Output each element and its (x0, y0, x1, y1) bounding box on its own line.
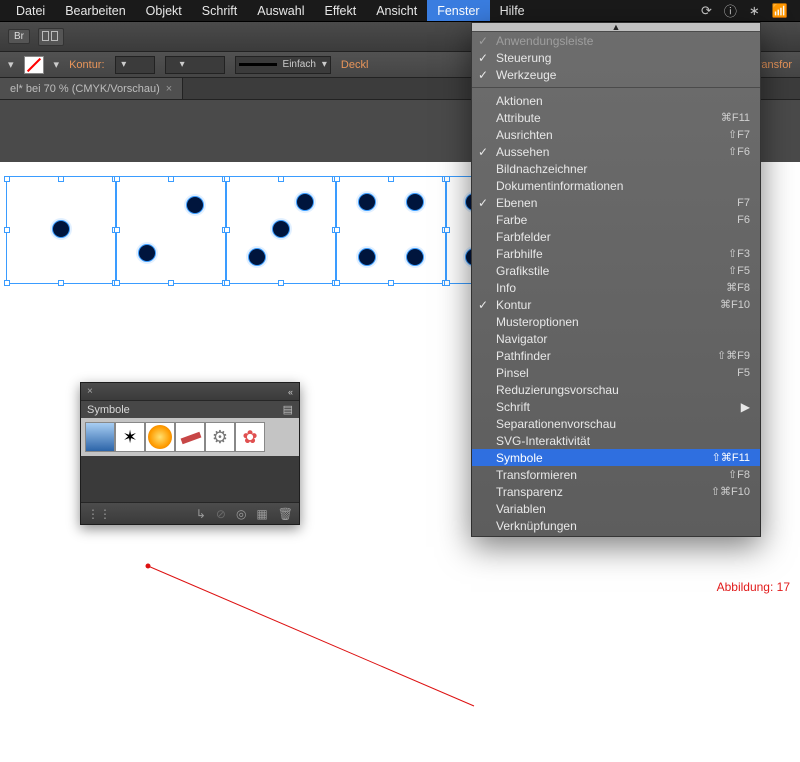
chevron-down-icon[interactable]: ▾ (54, 58, 60, 71)
menu-item-ebenen[interactable]: ✓EbenenF7 (472, 194, 760, 211)
menu-item-farbhilfe[interactable]: Farbhilfe⇧F3 (472, 245, 760, 262)
menu-auswahl[interactable]: Auswahl (247, 0, 314, 21)
panel-footer: ⋮⋮ ↳ ⊘ ◎ ▦ 🗑 (81, 502, 299, 524)
menu-item-svg-interaktivit-t[interactable]: SVG-Interaktivität (472, 432, 760, 449)
menu-item-verkn-pfungen[interactable]: Verknüpfungen (472, 517, 760, 534)
menu-effekt[interactable]: Effekt (314, 0, 366, 21)
menu-item-symbole[interactable]: Symbole⇧⌘F11 (472, 449, 760, 466)
arrange-button[interactable] (38, 28, 64, 46)
die-1[interactable] (6, 174, 116, 284)
pip[interactable] (272, 220, 290, 238)
menu-item-separationenvorschau[interactable]: Separationenvorschau (472, 415, 760, 432)
menu-item-farbe[interactable]: FarbeF6 (472, 211, 760, 228)
figure-label: Abbildung: 17 (717, 580, 790, 594)
close-icon[interactable]: × (87, 386, 93, 397)
symbol-sun[interactable] (145, 422, 175, 452)
window-menu-dropdown[interactable]: ▲ ✓Anwendungsleiste✓Steuerung✓Werkzeuge A… (471, 22, 761, 537)
menu-item-info[interactable]: Info⌘F8 (472, 279, 760, 296)
menu-item-kontur[interactable]: ✓Kontur⌘F10 (472, 296, 760, 313)
panel-titlebar[interactable]: × « (81, 383, 299, 401)
menu-item-anwendungsleiste: ✓Anwendungsleiste (472, 32, 760, 49)
die-4[interactable] (336, 174, 446, 284)
transform-label-clipped: ransfor (758, 59, 792, 71)
brush-def-select[interactable]: Einfach▾ (235, 56, 331, 74)
trash-icon[interactable]: 🗑 (278, 507, 293, 521)
pip[interactable] (186, 196, 204, 214)
document-title: el* bei 70 % (CMYK/Vorschau) (10, 83, 160, 95)
symbol-inkblot[interactable]: ✶ (115, 422, 145, 452)
menu-ansicht[interactable]: Ansicht (366, 0, 427, 21)
menu-objekt[interactable]: Objekt (136, 0, 192, 21)
menu-schrift[interactable]: Schrift (192, 0, 247, 21)
no-fill-swatch[interactable] (24, 56, 44, 74)
menu-item-variablen[interactable]: Variablen (472, 500, 760, 517)
var-width-select[interactable]: ▾ (165, 56, 225, 74)
options-icon[interactable]: ◎ (236, 507, 246, 521)
menu-item-bildnachzeichner[interactable]: Bildnachzeichner (472, 160, 760, 177)
menu-item-transformieren[interactable]: Transformieren⇧F8 (472, 466, 760, 483)
collapse-icon[interactable]: « (288, 387, 293, 397)
opacity-label: Deckl (341, 59, 369, 71)
symbol-flower[interactable]: ✿ (235, 422, 265, 452)
symbol-gear[interactable]: ⚙ (205, 422, 235, 452)
menu-item-schrift[interactable]: Schrift▶ (472, 398, 760, 415)
menu-item-ausrichten[interactable]: Ausrichten⇧F7 (472, 126, 760, 143)
pip[interactable] (248, 248, 266, 266)
menu-item-steuerung[interactable]: ✓Steuerung (472, 49, 760, 66)
pip[interactable] (406, 193, 424, 211)
symbol-ribbon[interactable] (175, 422, 205, 452)
document-tab[interactable]: el* bei 70 % (CMYK/Vorschau) × (0, 78, 183, 99)
menu-item-aussehen[interactable]: ✓Aussehen⇧F6 (472, 143, 760, 160)
info-icon[interactable]: ⓘ (724, 1, 737, 20)
menu-bearbeiten[interactable]: Bearbeiten (55, 0, 135, 21)
chevron-down-icon[interactable]: ▾ (8, 58, 14, 71)
panel-tab-symbols[interactable]: Symbole (87, 404, 130, 416)
place-icon[interactable]: ↳ (196, 507, 206, 521)
symbols-grid: ✶ ⚙ ✿ (81, 418, 299, 456)
menu-item-dokumentinformationen[interactable]: Dokumentinformationen (472, 177, 760, 194)
bluetooth-icon[interactable]: ∗ (749, 3, 760, 19)
menu-hilfe[interactable]: Hilfe (490, 0, 535, 21)
menu-fenster[interactable]: Fenster (427, 0, 489, 21)
bridge-button[interactable]: Br (8, 29, 30, 44)
menu-item-transparenz[interactable]: Transparenz⇧⌘F10 (472, 483, 760, 500)
menu-item-reduzierungsvorschau[interactable]: Reduzierungsvorschau (472, 381, 760, 398)
pip[interactable] (358, 193, 376, 211)
menu-datei[interactable]: Datei (6, 0, 55, 21)
menu-item-grafikstile[interactable]: Grafikstile⇧F5 (472, 262, 760, 279)
die-3[interactable] (226, 174, 336, 284)
kontur-label: Kontur: (69, 59, 104, 71)
menu-item-pathfinder[interactable]: Pathfinder⇧⌘F9 (472, 347, 760, 364)
menu-item-pinsel[interactable]: PinselF5 (472, 364, 760, 381)
new-symbol-icon[interactable]: ▦ (256, 507, 267, 521)
scroll-up-arrow[interactable]: ▲ (472, 23, 760, 32)
menu-item-navigator[interactable]: Navigator (472, 330, 760, 347)
menu-item-werkzeuge[interactable]: ✓Werkzeuge (472, 66, 760, 83)
menubar: DateiBearbeitenObjektSchriftAuswahlEffek… (0, 0, 800, 22)
menu-item-aktionen[interactable]: Aktionen (472, 92, 760, 109)
pip[interactable] (52, 220, 70, 238)
wifi-icon[interactable]: 📶 (772, 3, 788, 19)
menu-item-attribute[interactable]: Attribute⌘F11 (472, 109, 760, 126)
pip[interactable] (406, 248, 424, 266)
symbols-panel[interactable]: × « Symbole ▤ ✶ ⚙ ✿ ⋮⋮ ↳ ⊘ ◎ ▦ 🗑 (80, 382, 300, 525)
close-icon[interactable]: × (166, 83, 172, 95)
panel-body (81, 456, 299, 502)
panel-menu-icon[interactable]: ▤ (283, 403, 293, 416)
pip[interactable] (358, 248, 376, 266)
list-icon[interactable]: ⋮⋮ (87, 507, 111, 521)
symbol-gradient[interactable] (85, 422, 115, 452)
die-2[interactable] (116, 174, 226, 284)
pip[interactable] (138, 244, 156, 262)
pip[interactable] (296, 193, 314, 211)
stroke-weight-select[interactable]: ▾ (115, 56, 155, 74)
sync-icon[interactable]: ⟳ (701, 3, 712, 19)
menu-item-musteroptionen[interactable]: Musteroptionen (472, 313, 760, 330)
break-link-icon[interactable]: ⊘ (216, 507, 226, 521)
menu-item-farbfelder[interactable]: Farbfelder (472, 228, 760, 245)
